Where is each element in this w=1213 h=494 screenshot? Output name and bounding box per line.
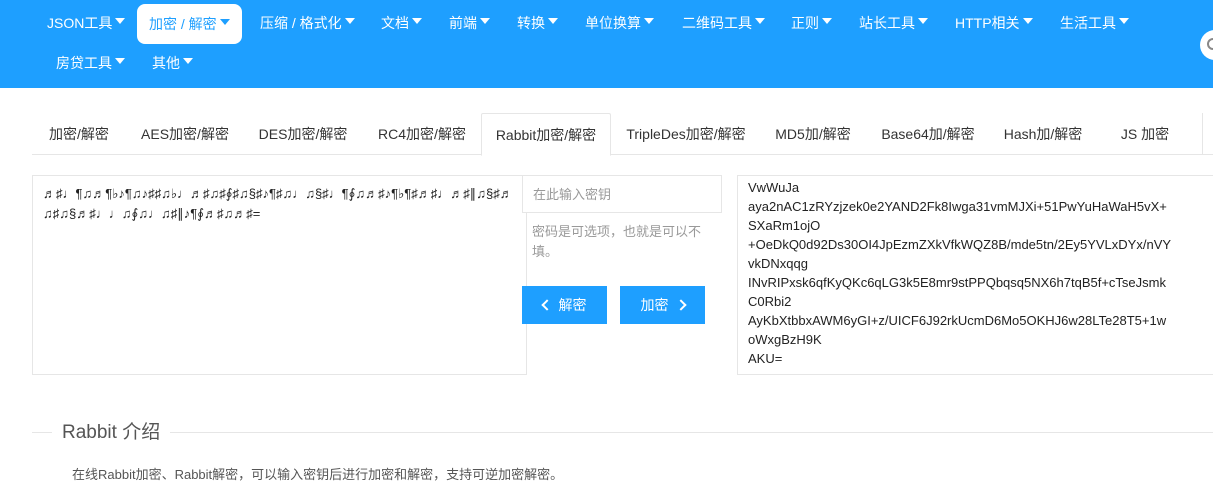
output-textarea[interactable]: VwWuJa aya2nAC1zRYzjzek0e2YAND2Fk8Iwga31… bbox=[737, 175, 1213, 375]
caret-down-icon bbox=[480, 18, 490, 24]
intro-text: 在线Rabbit加密、Rabbit解密，可以输入密钥后进行加密和解密，支持可逆加… bbox=[72, 467, 564, 482]
nav-docs[interactable]: 文档 bbox=[381, 3, 422, 43]
source-textarea[interactable]: ♬♯♩¶♫♬¶♭♪¶♫♪♯♯♫♭♩♬♯♫♯∮♯♫§♯♪¶♯♫♩♫§♯♩¶∮♫♬♯… bbox=[32, 175, 527, 375]
caret-down-icon bbox=[412, 18, 422, 24]
output-line: vkDNxqqg bbox=[748, 256, 808, 271]
output-line: VwWuJa bbox=[748, 180, 800, 195]
output-line: oWxgBzH9K bbox=[748, 332, 822, 347]
caret-down-icon bbox=[644, 18, 654, 24]
caret-down-icon bbox=[918, 18, 928, 24]
output-line: C0Rbi2 bbox=[748, 294, 792, 309]
intro-title: Rabbit 介绍 bbox=[52, 420, 171, 446]
tab-js-encrypt[interactable]: JS 加密 bbox=[1095, 113, 1195, 155]
caret-down-icon bbox=[548, 18, 558, 24]
tabs-more-chevron-icon[interactable] bbox=[1202, 113, 1213, 155]
tab-base64[interactable]: Base64加/解密 bbox=[865, 113, 991, 155]
tab-des[interactable]: DES加密/解密 bbox=[244, 113, 362, 155]
nav-webmaster-tools[interactable]: 站长工具 bbox=[859, 3, 928, 43]
intro-divider bbox=[32, 432, 1213, 433]
nav-other[interactable]: 其他 bbox=[152, 43, 193, 83]
caret-down-icon bbox=[344, 18, 355, 24]
tab-aes[interactable]: AES加密/解密 bbox=[126, 113, 244, 155]
tab-hash[interactable]: Hash加/解密 bbox=[991, 113, 1095, 155]
output-line: AKU= bbox=[748, 351, 783, 366]
tab-md5[interactable]: MD5加/解密 bbox=[761, 113, 865, 155]
tool-tabs: 加密/解密 AES加密/解密 DES加密/解密 RC4加密/解密 Rabbit加… bbox=[32, 113, 1213, 156]
nav-encrypt-decrypt[interactable]: 加密 / 解密 bbox=[137, 4, 242, 44]
nav-compress-format[interactable]: 压缩 / 格式化 bbox=[260, 3, 355, 43]
key-hint: 密码是可选项，也就是可以不填。 bbox=[532, 224, 702, 259]
nav-life-tools[interactable]: 生活工具 bbox=[1060, 3, 1129, 43]
caret-down-icon bbox=[822, 18, 832, 24]
caret-down-icon bbox=[115, 58, 125, 64]
nav-http[interactable]: HTTP相关 bbox=[955, 3, 1033, 43]
encrypt-button[interactable]: 加密 bbox=[620, 286, 705, 324]
chevron-left-icon bbox=[540, 299, 553, 311]
tab-encrypt-decrypt[interactable]: 加密/解密 bbox=[32, 113, 126, 155]
nav-json-tools[interactable]: JSON工具 bbox=[47, 3, 126, 43]
output-line: SXaRm1ojO bbox=[748, 218, 821, 233]
caret-down-icon bbox=[115, 18, 126, 24]
nav-mortgage-tools[interactable]: 房贷工具 bbox=[56, 43, 125, 83]
caret-down-icon bbox=[755, 18, 765, 24]
output-line: +OeDkQ0d92Ds30OI4JpEzmZXkVfkWQZ8B/mde5tn… bbox=[748, 237, 1172, 252]
caret-down-icon bbox=[183, 58, 193, 64]
output-line: AyKbXtbbxAWM6yGI+z/UICF6J92rkUcmD6Mo5OKH… bbox=[748, 313, 1167, 328]
tab-rabbit[interactable]: Rabbit加密/解密 bbox=[481, 113, 611, 156]
nav-frontend[interactable]: 前端 bbox=[449, 3, 490, 43]
output-line: INvRIPxsk6qfKyQKc6qLG3k5E8mr9stPPQbqsq5N… bbox=[748, 275, 1166, 290]
output-line: aya2nAC1zRYzjzek0e2YAND2Fk8Iwga31vmMJXi+… bbox=[748, 199, 1167, 214]
chevron-right-icon bbox=[674, 299, 687, 311]
caret-down-icon bbox=[1119, 18, 1129, 24]
top-nav: JSON工具 加密 / 解密 压缩 / 格式化 文档 前端 转换 单位换算 二维… bbox=[0, 0, 1213, 88]
tab-rc4[interactable]: RC4加密/解密 bbox=[362, 113, 482, 155]
tab-tripledes[interactable]: TripleDes加密/解密 bbox=[611, 113, 761, 155]
decrypt-button[interactable]: 解密 bbox=[522, 286, 607, 324]
nav-regex[interactable]: 正则 bbox=[791, 3, 832, 43]
key-input[interactable] bbox=[522, 175, 722, 213]
caret-down-icon bbox=[1022, 18, 1033, 24]
nav-qrcode-tools[interactable]: 二维码工具 bbox=[682, 3, 765, 43]
caret-down-icon bbox=[219, 19, 230, 25]
nav-convert[interactable]: 转换 bbox=[517, 3, 558, 43]
search-icon[interactable] bbox=[1200, 30, 1213, 60]
nav-unit-conversion[interactable]: 单位换算 bbox=[585, 3, 654, 43]
